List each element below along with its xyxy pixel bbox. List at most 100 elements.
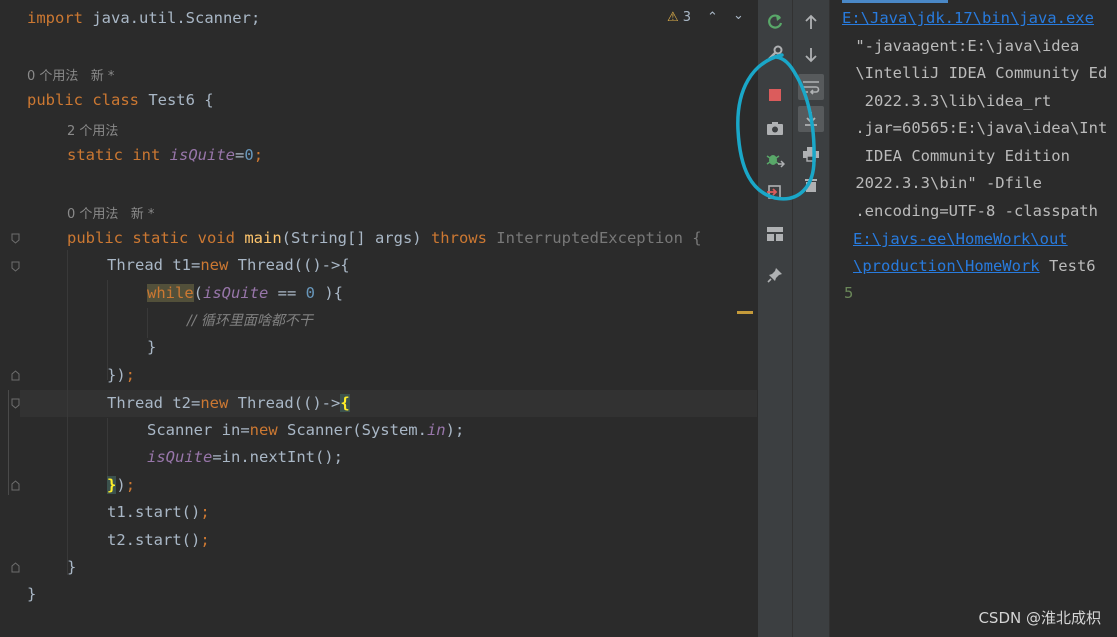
number-literal: 0 [244,146,254,164]
keyword: throws [430,229,487,247]
number-literal: 0 [305,284,316,302]
code-line[interactable]: } [0,554,757,581]
code-text: = [235,146,245,164]
comment: // 循环里面啥都不干 [187,313,313,329]
code-text: Thread(()-> [228,394,341,412]
keyword: import [27,9,83,27]
code-line[interactable]: // 循环里面啥都不干 [0,307,757,334]
keyword: static int [67,146,161,164]
run-console[interactable]: E:\Java\jdk.17\bin\java.exe "-javaagent:… [829,0,1117,637]
code-text: Test6 { [138,91,214,109]
scroll-end-icon[interactable] [798,106,824,132]
field-name: isQuite [147,448,213,466]
code-line[interactable]: } [0,334,757,361]
console-text: "-javaagent:E:\java\idea [846,37,1080,55]
console-toolbar [792,0,829,637]
camera-icon[interactable] [762,115,788,141]
code-line[interactable]: import java.util.Scanner; [0,5,757,32]
console-line: \production\HomeWork Test6 [853,253,1096,280]
semicolon: ; [200,503,210,521]
code-line[interactable]: Scanner in=new Scanner(System.in); [0,417,757,444]
code-text: t1.start() [107,503,201,521]
code-editor[interactable]: ⚠ 3 ⌃ ⌄ import java.util.Scanner; 0 个用法 … [0,0,757,637]
console-text: \IntelliJ IDEA Community Ed [846,64,1108,82]
console-text: 2022.3.3\bin" -Dfile [846,174,1042,192]
code-line[interactable]: }); [0,472,757,499]
code-text: InterruptedException { [486,229,702,247]
code-text: Scanner(System. [277,421,427,439]
console-text: IDEA Community Edition [846,147,1070,165]
field-name: isQuite [203,284,269,302]
keyword: new [200,256,229,274]
keyword: while [147,284,194,302]
code-line[interactable]: static int isQuite=0; [0,142,757,169]
code-text: =in.nextInt(); [212,448,343,466]
console-text: .jar=60565:E:\java\idea\Int [846,119,1108,137]
code-text: ) [116,476,126,494]
semicolon: ; [125,366,136,384]
keyword: public static void [67,229,235,247]
pin-icon[interactable] [762,262,788,288]
code-text: Thread(()->{ [228,256,350,274]
code-line[interactable]: } [0,581,757,608]
console-text: Test6 [1039,257,1096,275]
stop-icon[interactable] [762,82,788,108]
print-icon[interactable] [798,141,824,167]
code-line[interactable]: isQuite=in.nextInt(); [0,444,757,471]
keyword: public class [27,91,139,109]
error-stripe-marker[interactable] [737,311,753,314]
arrow-down-icon[interactable] [798,42,824,68]
wrench-icon[interactable] [762,40,788,66]
matched-brace: { [340,394,350,412]
semicolon: ; [253,146,264,164]
arrow-up-icon[interactable] [798,9,824,35]
semicolon: ; [125,476,136,494]
code-line[interactable]: t2.start(); [0,527,757,554]
trash-icon[interactable] [798,172,824,198]
soft-wrap-icon[interactable] [798,74,824,100]
console-link[interactable]: E:\Java\jdk.17\bin\java.exe [842,5,1094,32]
code-line[interactable]: }); [0,362,757,389]
code-text: ( [193,284,204,302]
usage-hint[interactable]: 0 个用法 新 * [27,65,114,84]
keyword: new [249,421,278,439]
run-toolbar [757,0,792,637]
field-name: in [426,421,446,439]
method-name: main [244,229,282,247]
code-line[interactable]: Thread t2=new Thread(()->{ [0,390,757,417]
code-line[interactable]: Thread t1=new Thread(()->{ [0,252,757,279]
code-text: } [27,585,37,603]
semicolon: ; [200,531,210,549]
watermark: CSDN @淮北成枳 [978,609,1101,627]
usage-hint[interactable]: 0 个用法 新 * [67,203,154,222]
code-text: java.util.Scanner; [83,9,261,27]
console-link[interactable]: E:\javs-ee\HomeWork\out [853,226,1068,253]
console-link[interactable]: \production\HomeWork [853,257,1040,275]
layout-icon[interactable] [762,221,788,247]
code-text: } [147,338,157,356]
code-text: (String[] args) [281,229,431,247]
code-line[interactable]: while(isQuite == 0 ){ [0,280,757,307]
code-line[interactable]: public class Test6 { [0,87,757,114]
code-text: t2.start() [107,531,201,549]
code-line[interactable]: public static void main(String[] args) t… [0,225,757,252]
code-text: ){ [315,284,344,302]
code-text: } [67,558,77,576]
code-text: }) [107,366,126,384]
code-text: Thread t2= [107,394,201,412]
code-text: Thread t1= [107,256,201,274]
code-text: ); [445,421,465,439]
matched-brace: } [107,476,117,494]
rerun-icon[interactable] [762,9,788,35]
console-text: .encoding=UTF-8 -classpath [846,202,1098,220]
console-tab-indicator [842,0,948,3]
debug-icon[interactable] [762,147,788,173]
keyword: new [200,394,229,412]
code-text: Scanner in= [147,421,250,439]
console-output: 5 [844,284,854,302]
field-name: isQuite [169,146,235,164]
usage-hint[interactable]: 2 个用法 [67,120,118,139]
exit-icon[interactable] [762,179,788,205]
code-line[interactable]: t1.start(); [0,499,757,526]
console-text: 2022.3.3\lib\idea_rt [846,92,1052,110]
